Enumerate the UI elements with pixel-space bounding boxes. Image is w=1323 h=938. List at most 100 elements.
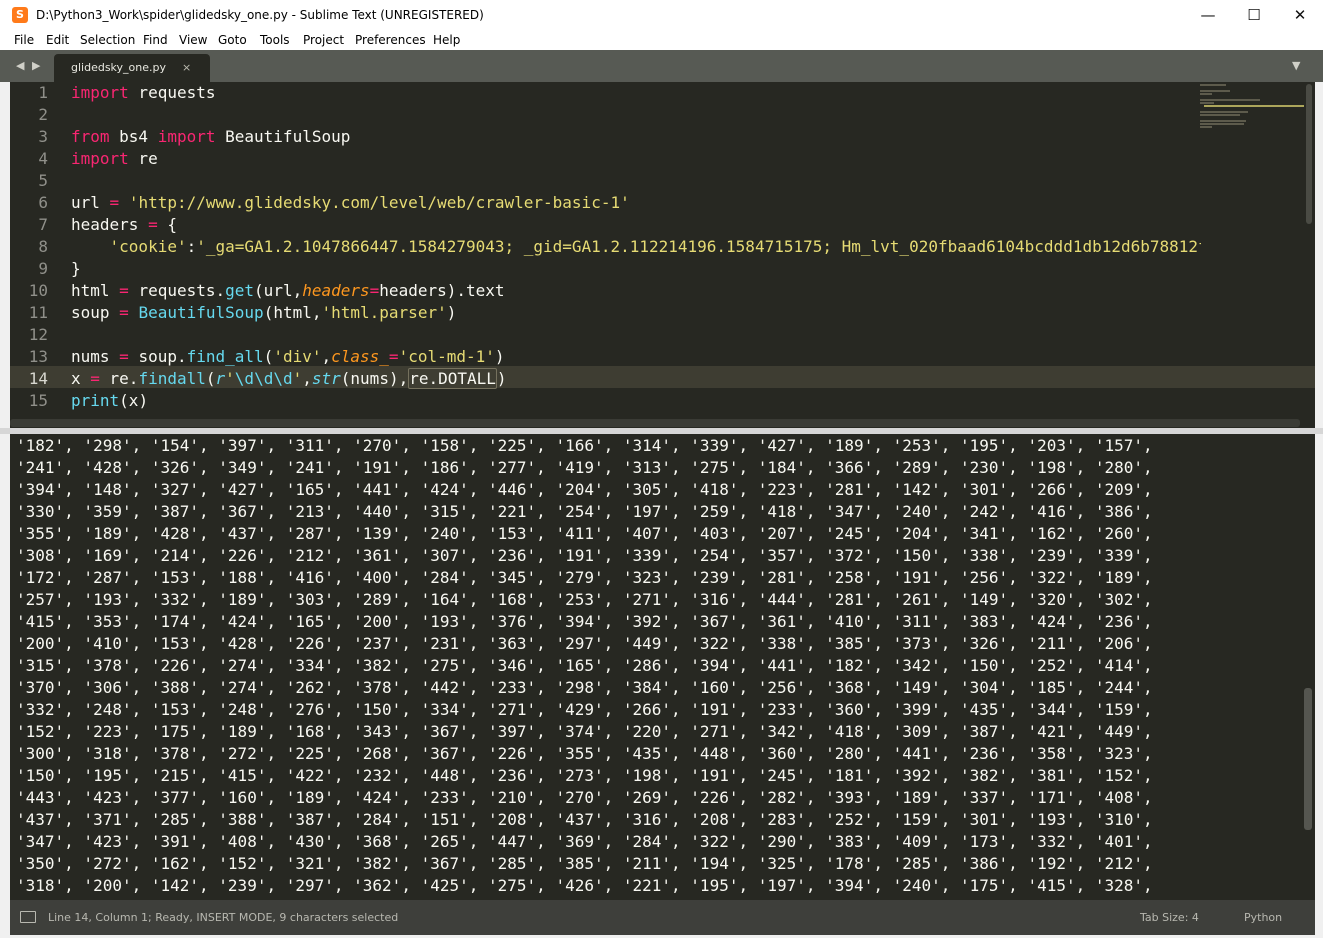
code-token: = xyxy=(388,347,399,366)
code-token: headers xyxy=(71,215,149,234)
tab-dropdown-icon[interactable]: ▼ xyxy=(1292,58,1300,74)
code-token: headers xyxy=(302,281,370,300)
output-scrollbar[interactable] xyxy=(1304,688,1312,830)
close-button[interactable]: ✕ xyxy=(1277,0,1323,30)
tab-size-indicator[interactable]: Tab Size: 4 xyxy=(1140,910,1199,926)
code-line[interactable]: headers = { xyxy=(71,214,177,236)
menu-preferences[interactable]: Preferences xyxy=(355,32,426,48)
code-token: nums xyxy=(71,347,120,366)
code-token: BeautifulSoup xyxy=(138,303,264,322)
code-token: = xyxy=(148,215,158,234)
code-token: import xyxy=(71,149,129,168)
output-line: '172', '287', '153', '188', '416', '400'… xyxy=(16,568,1153,587)
code-token: url xyxy=(71,193,110,212)
code-token: = xyxy=(119,303,129,322)
menu-view[interactable]: View xyxy=(179,32,207,48)
code-token: (nums), xyxy=(340,369,409,388)
code-line[interactable]: print(x) xyxy=(71,390,148,412)
code-token: print xyxy=(71,391,120,410)
menu-project[interactable]: Project xyxy=(303,32,344,48)
build-output-panel[interactable]: '182', '298', '154', '397', '311', '270'… xyxy=(10,434,1315,900)
output-line: '300', '318', '378', '272', '225', '268'… xyxy=(16,744,1153,763)
output-line: '152', '223', '175', '189', '168', '343'… xyxy=(16,722,1153,741)
code-token: soup xyxy=(71,303,120,322)
code-token: re.DOTALL xyxy=(408,368,497,389)
output-line: '318', '200', '142', '239', '297', '362'… xyxy=(16,876,1153,895)
code-token: 'html.parser' xyxy=(321,303,447,322)
code-token: ' xyxy=(225,369,235,388)
line-number: 7 xyxy=(38,215,48,234)
code-token: import xyxy=(157,127,216,146)
code-token: 'col-md-1' xyxy=(398,347,495,366)
menu-find[interactable]: Find xyxy=(143,32,168,48)
minimize-button[interactable]: — xyxy=(1185,0,1231,30)
line-number: 1 xyxy=(38,83,48,102)
menu-selection[interactable]: Selection xyxy=(80,32,135,48)
code-line[interactable]: html = requests.get(url,headers=headers)… xyxy=(71,280,505,302)
code-editor[interactable]: 1 2 3 4 5 6 7 8 9 10 11 12 13 14 15 import requests fro… xyxy=(10,82,1315,418)
output-line: '150', '195', '215', '415', '422', '232'… xyxy=(16,766,1153,785)
code-line[interactable]: } xyxy=(71,258,81,280)
code-line[interactable]: import re xyxy=(71,148,158,170)
output-line: '394', '148', '327', '427', '165', '441'… xyxy=(16,480,1153,499)
code-line[interactable]: x = re.findall(r'\d\d\d',str(nums),re.DO… xyxy=(71,368,507,390)
tab-bar: ◀ ▶ glidedsky_one.py × ▼ xyxy=(0,50,1323,82)
tab-glidedsky-one[interactable]: glidedsky_one.py × xyxy=(54,54,210,82)
line-number: 12 xyxy=(28,325,48,344)
code-line[interactable]: 'cookie':'_ga=GA1.2.1047866447.158427904… xyxy=(71,236,1201,258)
code-token: import xyxy=(71,83,129,102)
code-token: } xyxy=(71,259,81,278)
window-edge-left xyxy=(0,82,10,938)
line-number: 15 xyxy=(28,391,48,410)
code-token: { xyxy=(157,215,177,234)
code-token: x xyxy=(71,369,91,388)
code-token: 'http://www.glidedsky.com/level/web/craw… xyxy=(128,193,630,212)
tab-nav-arrows-icon[interactable]: ◀ ▶ xyxy=(16,58,42,74)
menu-tools[interactable]: Tools xyxy=(260,32,290,48)
output-line: '370', '306', '388', '274', '262', '378'… xyxy=(16,678,1153,697)
code-line[interactable]: url = 'http://www.glidedsky.com/level/we… xyxy=(71,192,630,214)
output-line: '350', '272', '162', '152', '321', '382'… xyxy=(16,854,1153,873)
code-line[interactable]: nums = soup.find_all('div',class_='col-m… xyxy=(71,346,505,368)
line-number: 3 xyxy=(38,127,48,146)
syntax-indicator[interactable]: Python xyxy=(1244,910,1282,926)
code-token: find_all xyxy=(186,347,264,366)
code-line[interactable]: soup = BeautifulSoup(html,'html.parser') xyxy=(71,302,456,324)
editor-horizontal-scrollbar[interactable] xyxy=(10,419,1300,427)
code-token: = xyxy=(119,347,129,366)
code-token: requests xyxy=(128,83,216,102)
code-area[interactable]: import requests from bs4 import Beautiful… xyxy=(71,82,1201,418)
menu-help[interactable]: Help xyxy=(433,32,460,48)
line-number: 13 xyxy=(28,347,48,366)
tab-label: glidedsky_one.py xyxy=(71,61,167,74)
menu-edit[interactable]: Edit xyxy=(46,32,69,48)
code-token: get xyxy=(225,281,255,300)
output-line: '443', '423', '377', '160', '189', '424'… xyxy=(16,788,1153,807)
menu-goto[interactable]: Goto xyxy=(218,32,247,48)
line-number: 2 xyxy=(38,105,48,124)
code-token: (x) xyxy=(119,391,149,410)
menu-file[interactable]: File xyxy=(14,32,34,48)
status-bar: Line 14, Column 1; Ready, INSERT MODE, 9… xyxy=(10,900,1315,935)
title-bar: S D:\Python3_Work\spider\glidedsky_one.p… xyxy=(0,0,1323,30)
code-token: from xyxy=(71,127,110,146)
panel-toggle-icon[interactable] xyxy=(20,911,36,923)
code-token: requests. xyxy=(128,281,226,300)
code-line[interactable]: import requests xyxy=(71,82,216,104)
output-line: '315', '378', '226', '274', '334', '382'… xyxy=(16,656,1153,675)
maximize-button[interactable]: ☐ xyxy=(1231,0,1277,30)
window-edge-right xyxy=(1315,82,1323,938)
line-number: 10 xyxy=(28,281,48,300)
code-line[interactable]: from bs4 import BeautifulSoup xyxy=(71,126,350,148)
code-token: bs4 xyxy=(109,127,158,146)
line-number: 6 xyxy=(38,193,48,212)
editor-vertical-scrollbar[interactable] xyxy=(1306,84,1312,224)
line-number: 5 xyxy=(38,171,48,190)
code-token: = xyxy=(369,281,380,300)
tab-close-icon[interactable]: × xyxy=(182,60,191,76)
code-token: (url, xyxy=(254,281,303,300)
minimap[interactable] xyxy=(1198,82,1308,142)
menu-bar: File Edit Selection Find View Goto Tools… xyxy=(0,30,1323,50)
